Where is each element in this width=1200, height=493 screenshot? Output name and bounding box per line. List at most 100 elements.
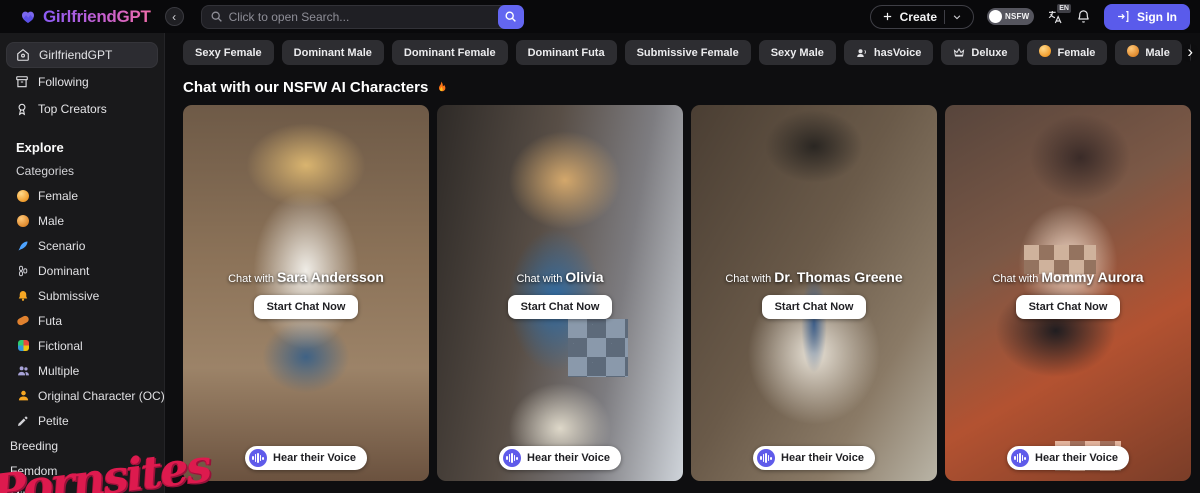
award-icon xyxy=(15,102,29,116)
voice-wave-icon xyxy=(1011,449,1029,467)
voice-wave-icon xyxy=(249,449,267,467)
topbar-actions: Create NSFW EN xyxy=(870,4,1190,30)
sidebar-item-dominant[interactable]: Dominant xyxy=(0,258,164,283)
chip-sexy-female[interactable]: Sexy Female xyxy=(183,40,274,65)
search-icon xyxy=(504,10,517,23)
sign-in-button[interactable]: Sign In xyxy=(1104,4,1190,30)
sidebar-item-girlfriendgpt[interactable]: GirlfriendGPT xyxy=(6,42,158,68)
sidebar-item-milf[interactable]: Milf xyxy=(0,483,164,493)
character-name: Olivia xyxy=(565,269,603,285)
chains-icon xyxy=(16,265,30,277)
chip-male[interactable]: Male xyxy=(1115,40,1181,65)
sidebar-item-original-character[interactable]: Original Character (OC) xyxy=(0,383,164,408)
censor-mosaic xyxy=(568,319,628,377)
search-button[interactable] xyxy=(498,5,524,29)
voice-wave-icon xyxy=(503,449,521,467)
crown-icon xyxy=(953,47,965,59)
hear-voice-button[interactable]: Hear their Voice xyxy=(245,446,367,470)
pencil-icon xyxy=(16,415,30,427)
futa-icon xyxy=(16,317,30,324)
chevron-down-icon[interactable] xyxy=(952,12,962,22)
sidebar-item-submissive[interactable]: Submissive xyxy=(0,283,164,308)
chip-female[interactable]: Female xyxy=(1027,40,1107,65)
sidebar-item-following[interactable]: Following xyxy=(6,69,158,95)
toggle-knob xyxy=(989,10,1002,23)
search-input[interactable] xyxy=(229,10,492,24)
character-card-sara[interactable]: Chat with Sara Andersson Start Chat Now … xyxy=(183,105,429,481)
sidebar-item-male[interactable]: Male xyxy=(0,208,164,233)
chip-submissive-female[interactable]: Submissive Female xyxy=(625,40,751,65)
sidebar-item-fictional[interactable]: Fictional xyxy=(0,333,164,358)
character-card-olivia[interactable]: Chat with Olivia Start Chat Now Hear the… xyxy=(437,105,683,481)
divider xyxy=(944,10,945,24)
sidebar-item-female[interactable]: Female xyxy=(0,183,164,208)
language-button[interactable]: EN xyxy=(1047,9,1063,25)
start-chat-button[interactable]: Start Chat Now xyxy=(762,295,867,319)
page-title: Chat with our NSFW AI Characters xyxy=(183,79,1191,96)
sidebar: GirlfriendGPT Following Top Creators Exp… xyxy=(0,33,165,493)
start-chat-button[interactable]: Start Chat Now xyxy=(1016,295,1121,319)
nsfw-toggle-label: NSFW xyxy=(1005,12,1029,21)
hear-voice-button[interactable]: Hear their Voice xyxy=(1007,446,1129,470)
explore-header: Explore xyxy=(0,136,164,159)
chip-dominant-male[interactable]: Dominant Male xyxy=(282,40,384,65)
chip-dominant-futa[interactable]: Dominant Futa xyxy=(516,40,617,65)
chip-hasvoice[interactable]: hasVoice xyxy=(844,40,934,65)
app-window: GirlfriendGPT ‹ Create xyxy=(0,0,1200,493)
female-emoji-icon xyxy=(16,190,30,202)
search-bar[interactable] xyxy=(201,5,524,29)
sidebar-collapse-button[interactable]: ‹ xyxy=(165,7,184,26)
chip-sexy-male[interactable]: Sexy Male xyxy=(759,40,836,65)
tag-filter-bar: Sexy Female Dominant Male Dominant Femal… xyxy=(183,40,1191,66)
card-title: Chat with Mommy Aurora xyxy=(945,269,1191,285)
create-label: Create xyxy=(900,10,937,24)
topbar: GirlfriendGPT ‹ Create xyxy=(0,0,1200,33)
main-content: Sexy Female Dominant Male Dominant Femal… xyxy=(165,33,1200,493)
sidebar-item-categories[interactable]: Categories xyxy=(0,159,164,183)
start-chat-button[interactable]: Start Chat Now xyxy=(508,295,613,319)
brand[interactable]: GirlfriendGPT xyxy=(20,7,151,27)
chevron-right-icon[interactable]: › xyxy=(1187,42,1193,62)
sidebar-item-femdom[interactable]: Femdom xyxy=(0,458,164,483)
search-icon xyxy=(210,10,223,23)
sidebar-item-futa[interactable]: Futa xyxy=(0,308,164,333)
sidebar-item-scenario[interactable]: Scenario xyxy=(0,233,164,258)
character-card-thomas[interactable]: Chat with Dr. Thomas Greene Start Chat N… xyxy=(691,105,937,481)
female-emoji-icon xyxy=(1039,45,1051,60)
character-name: Mommy Aurora xyxy=(1041,269,1143,285)
sidebar-item-top-creators[interactable]: Top Creators xyxy=(6,96,158,122)
nsfw-toggle[interactable]: NSFW xyxy=(987,8,1034,25)
hear-voice-button[interactable]: Hear their Voice xyxy=(753,446,875,470)
male-emoji-icon xyxy=(1127,45,1139,60)
sign-in-label: Sign In xyxy=(1137,10,1177,24)
chip-dominant-female[interactable]: Dominant Female xyxy=(392,40,508,65)
flame-emoji-icon xyxy=(434,80,448,95)
male-emoji-icon xyxy=(16,215,30,227)
notifications-bell-icon[interactable] xyxy=(1076,9,1091,24)
chip-deluxe[interactable]: Deluxe xyxy=(941,40,1019,65)
card-title: Chat with Dr. Thomas Greene xyxy=(691,269,937,285)
archive-box-icon xyxy=(15,75,29,89)
character-name: Sara Andersson xyxy=(277,269,384,285)
start-chat-button[interactable]: Start Chat Now xyxy=(254,295,359,319)
person-icon xyxy=(16,389,30,402)
create-button[interactable]: Create xyxy=(870,5,974,29)
voice-icon xyxy=(856,47,868,59)
sidebar-item-label: GirlfriendGPT xyxy=(39,48,112,62)
voice-wave-icon xyxy=(757,449,775,467)
feather-icon xyxy=(16,240,30,252)
bell-icon xyxy=(16,290,30,302)
people-icon xyxy=(16,364,30,377)
hear-voice-button[interactable]: Hear their Voice xyxy=(499,446,621,470)
sidebar-item-label: Top Creators xyxy=(38,102,107,116)
home-icon xyxy=(16,48,30,62)
sidebar-item-breeding[interactable]: Breeding xyxy=(0,433,164,458)
character-card-aurora[interactable]: Chat with Mommy Aurora Start Chat Now He… xyxy=(945,105,1191,481)
logo-text: GirlfriendGPT xyxy=(43,7,151,27)
language-badge: EN xyxy=(1057,4,1071,13)
sidebar-item-petite[interactable]: Petite xyxy=(0,408,164,433)
character-card-grid: Chat with Sara Andersson Start Chat Now … xyxy=(183,105,1191,481)
card-title: Chat with Olivia xyxy=(437,269,683,285)
sidebar-item-multiple[interactable]: Multiple xyxy=(0,358,164,383)
character-name: Dr. Thomas Greene xyxy=(774,269,902,285)
